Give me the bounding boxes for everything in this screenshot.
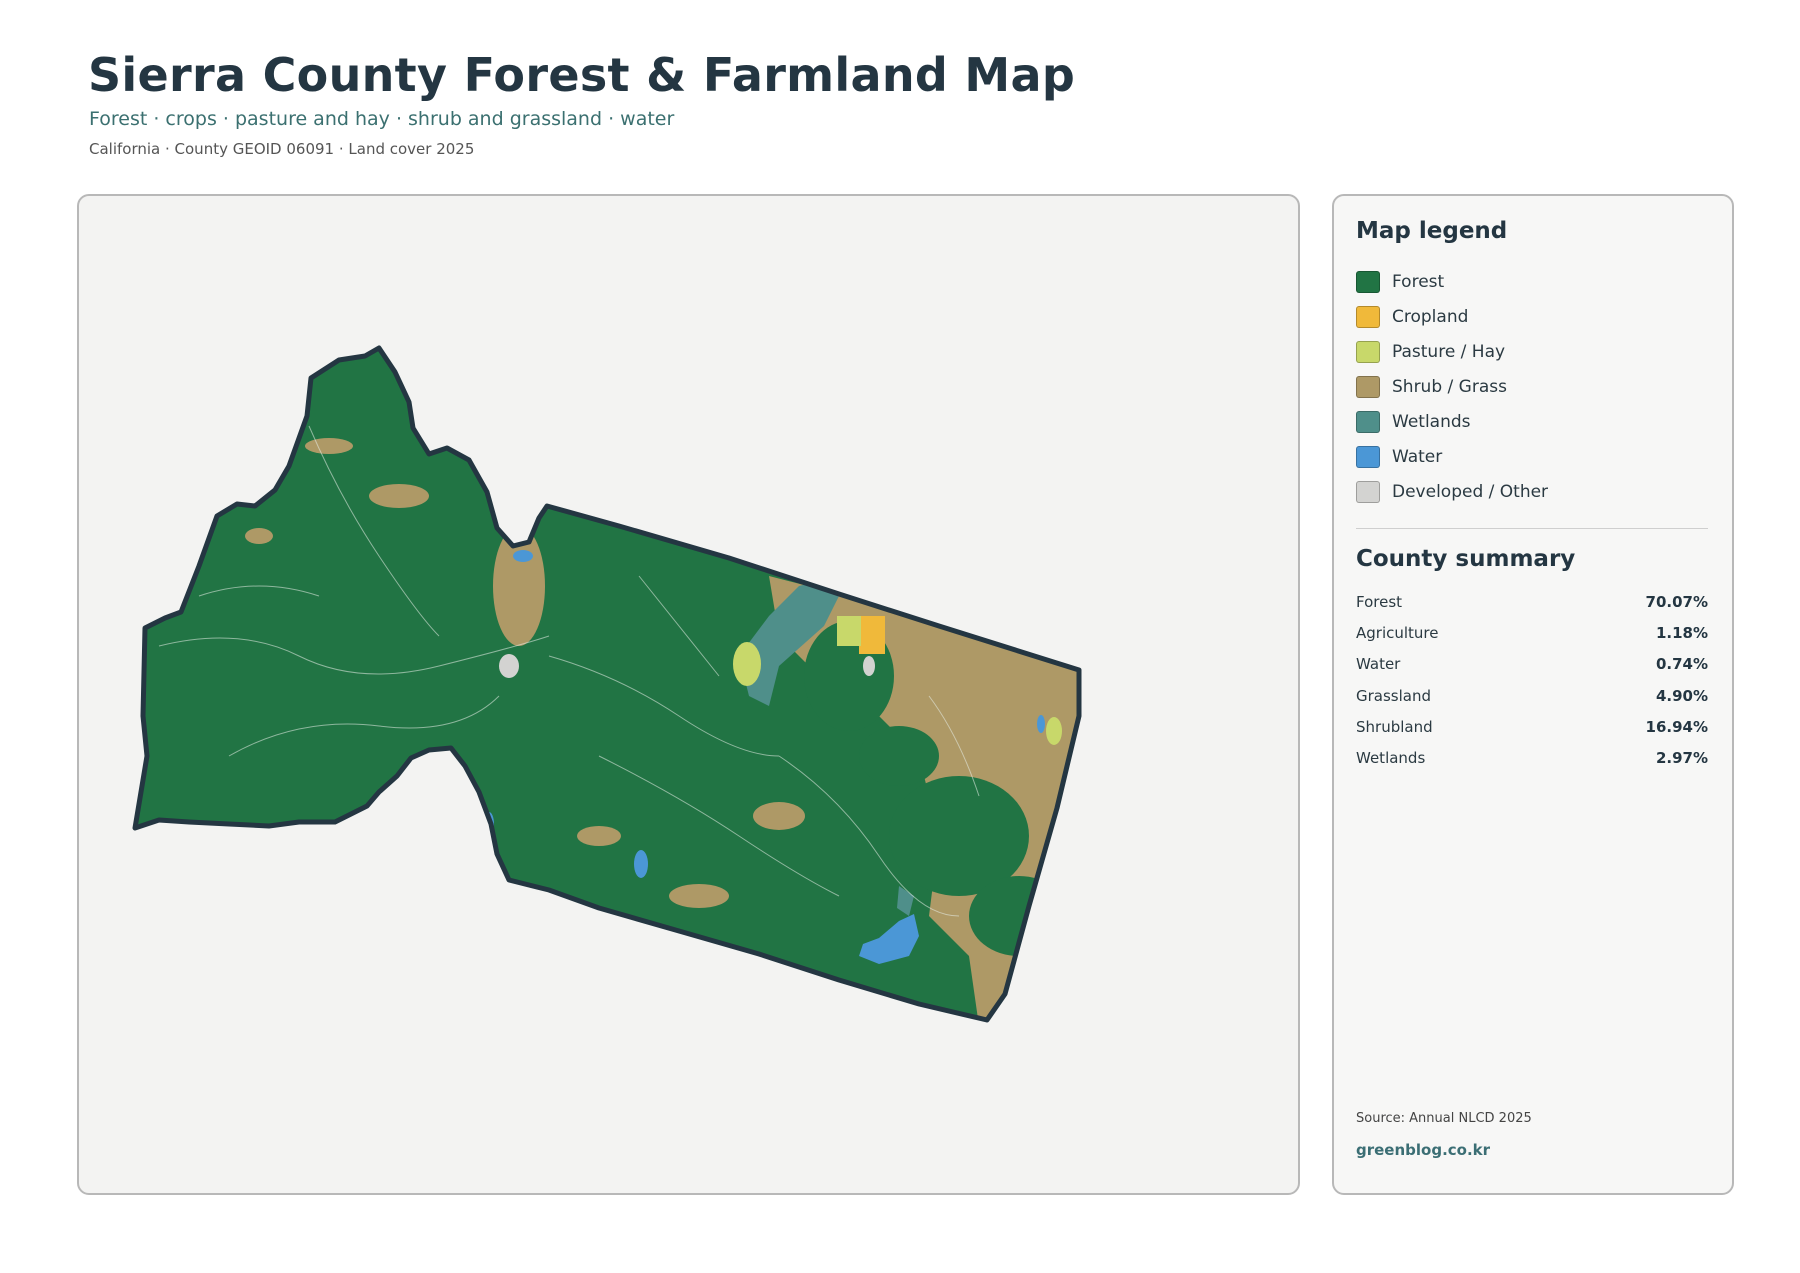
legend-swatch [1356, 410, 1380, 433]
developed-area [499, 654, 519, 678]
summary-name: Shrubland [1356, 717, 1433, 736]
summary-row: Wetlands 2.97% [1356, 742, 1708, 773]
lake [513, 550, 533, 562]
summary-title: County summary [1356, 546, 1576, 572]
lake [634, 850, 648, 878]
legend-item-wetlands: Wetlands [1356, 404, 1548, 439]
shrub-patch [669, 884, 729, 908]
legend-label: Developed / Other [1392, 481, 1549, 502]
legend-item-cropland: Cropland [1356, 299, 1548, 334]
page-title: Sierra County Forest & Farmland Map [88, 48, 1076, 102]
legend-item-forest: Forest [1356, 264, 1548, 299]
summary-value: 2.97% [1655, 749, 1708, 768]
shrub-patch [369, 484, 429, 508]
cropland-area [859, 616, 885, 654]
legend-label: Cropland [1392, 306, 1469, 327]
legend-swatch [1356, 480, 1380, 503]
map-panel[interactable]: N [77, 194, 1300, 1195]
forest-patch [859, 726, 939, 786]
shrub-patch [245, 528, 273, 544]
summary-row: Forest 70.07% [1356, 586, 1708, 617]
panel-divider [1356, 528, 1708, 529]
side-panel: Map legend Forest Cropland Pasture / Hay… [1332, 194, 1734, 1195]
summary-name: Water [1356, 655, 1401, 674]
legend-item-water: Water [1356, 439, 1548, 474]
summary-row: Agriculture 1.18% [1356, 617, 1708, 648]
summary-name: Forest [1356, 592, 1403, 611]
legend-item-pasture: Pasture / Hay [1356, 334, 1548, 369]
summary-row: Shrubland 16.94% [1356, 711, 1708, 742]
legend-label: Water [1392, 446, 1443, 467]
legend-title: Map legend [1356, 218, 1508, 244]
legend-label: Wetlands [1392, 411, 1471, 432]
legend-label: Forest [1392, 271, 1445, 292]
summary-row: Water 0.74% [1356, 649, 1708, 680]
forest-fill [135, 348, 1079, 1020]
summary-value: 1.18% [1655, 623, 1708, 642]
legend-item-shrub: Shrub / Grass [1356, 369, 1548, 404]
summary-value: 70.07% [1645, 592, 1708, 611]
shrub-patch [753, 802, 805, 830]
summary-list: Forest 70.07% Agriculture 1.18% Water 0.… [1356, 586, 1708, 774]
legend-swatch [1356, 375, 1380, 398]
legend-item-developed: Developed / Other [1356, 474, 1548, 509]
site-link[interactable]: greenblog.co.kr [1356, 1141, 1490, 1159]
developed-area [863, 656, 875, 676]
shrub-patch [577, 826, 621, 846]
summary-name: Grassland [1356, 686, 1431, 705]
county-map[interactable] [79, 196, 1300, 1195]
legend-list: Forest Cropland Pasture / Hay Shrub / Gr… [1356, 264, 1548, 509]
source-note: Source: Annual NLCD 2025 [1356, 1111, 1532, 1126]
page-meta: California · County GEOID 06091 · Land c… [89, 140, 475, 158]
legend-label: Pasture / Hay [1392, 341, 1506, 362]
pasture-area [733, 642, 761, 686]
summary-value: 16.94% [1645, 717, 1708, 736]
summary-row: Grassland 4.90% [1356, 680, 1708, 711]
legend-swatch [1356, 340, 1380, 363]
legend-swatch [1356, 305, 1380, 328]
legend-label: Shrub / Grass [1392, 376, 1507, 397]
legend-swatch [1356, 270, 1380, 293]
pasture-area [1046, 717, 1062, 745]
lake [1037, 715, 1045, 733]
legend-swatch [1356, 445, 1380, 468]
summary-name: Agriculture [1356, 623, 1439, 642]
summary-value: 0.74% [1655, 655, 1708, 674]
page-subtitle: Forest · crops · pasture and hay · shrub… [89, 108, 675, 130]
pasture-area [837, 616, 861, 646]
summary-name: Wetlands [1356, 749, 1426, 768]
shrub-patch [305, 438, 353, 454]
summary-value: 4.90% [1655, 686, 1708, 705]
